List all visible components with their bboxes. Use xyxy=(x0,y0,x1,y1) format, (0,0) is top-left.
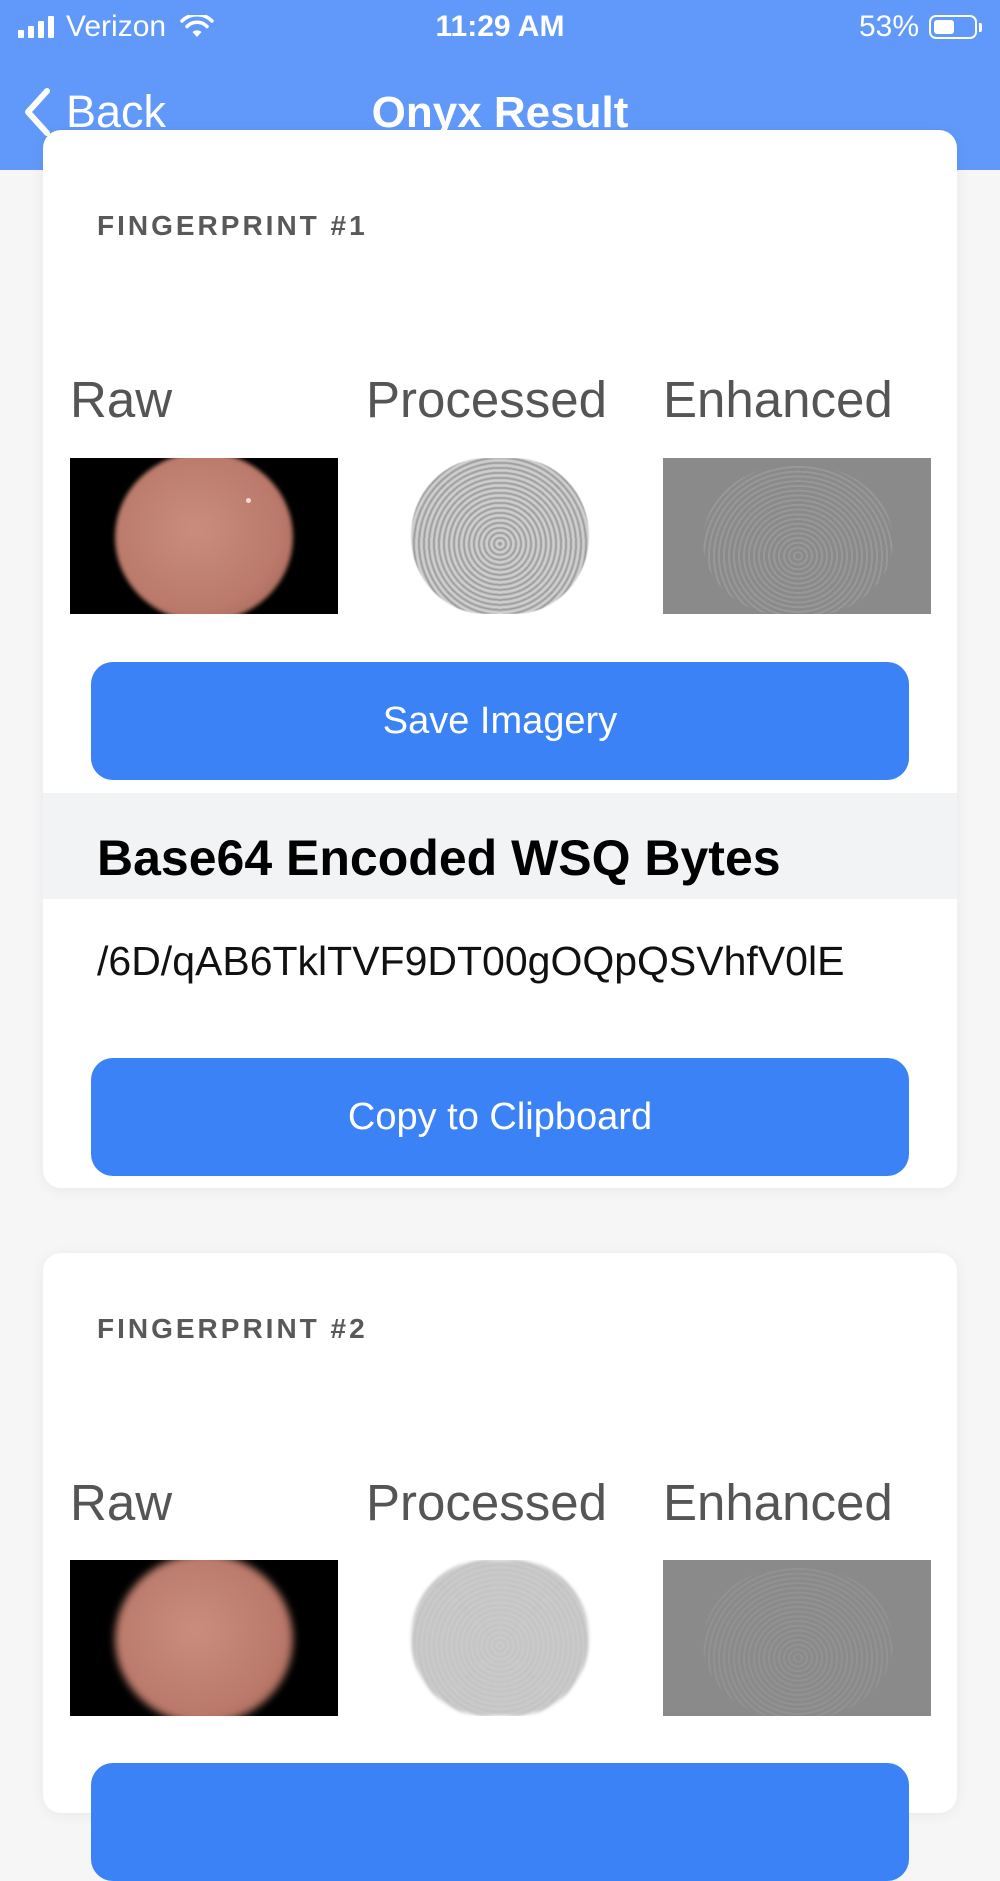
encoded-bytes-text[interactable]: /6D/qAB6TklTVF9DT00gOQpQSVhfV0lE xyxy=(97,938,911,985)
enhanced-label: Enhanced xyxy=(663,1474,893,1531)
card-label: FINGERPRINT #1 xyxy=(97,210,368,241)
battery-fill xyxy=(934,20,955,34)
fingerprint-card-2: FINGERPRINT #2 Raw Processed Enhanced xyxy=(43,1253,957,1881)
raw-label: Raw xyxy=(70,1474,173,1531)
enhanced-label: Enhanced xyxy=(663,371,893,428)
fingerprint-card-1: FINGERPRINT #1 Raw Processed Enhanced Sa… xyxy=(43,130,957,1188)
status-bar: Verizon 11:29 AM 53% xyxy=(0,0,1000,56)
copy-to-clipboard-button[interactable]: Copy to Clipboard xyxy=(91,1058,909,1176)
section-header: Base64 Encoded WSQ Bytes xyxy=(43,793,957,899)
status-time: 11:29 AM xyxy=(435,10,565,43)
enhanced-fingerprint-image xyxy=(663,1560,931,1716)
processed-fingerprint-image xyxy=(366,1560,634,1716)
save-imagery-button[interactable] xyxy=(91,1763,909,1881)
processed-label: Processed xyxy=(366,371,607,428)
battery-percent: 53% xyxy=(858,10,919,43)
raw-fingerprint-image xyxy=(70,458,338,614)
raw-fingerprint-image xyxy=(70,1560,338,1716)
battery-tip xyxy=(979,22,982,32)
save-imagery-button[interactable]: Save Imagery xyxy=(91,662,909,780)
processed-label: Processed xyxy=(366,1474,607,1531)
card-label: FINGERPRINT #2 xyxy=(97,1313,368,1344)
processed-fingerprint-image xyxy=(366,458,634,614)
section-title: Base64 Encoded WSQ Bytes xyxy=(97,830,781,886)
battery-group: 53% xyxy=(859,10,982,44)
raw-label: Raw xyxy=(70,371,173,428)
battery-icon xyxy=(929,15,977,39)
enhanced-fingerprint-image xyxy=(663,458,931,614)
